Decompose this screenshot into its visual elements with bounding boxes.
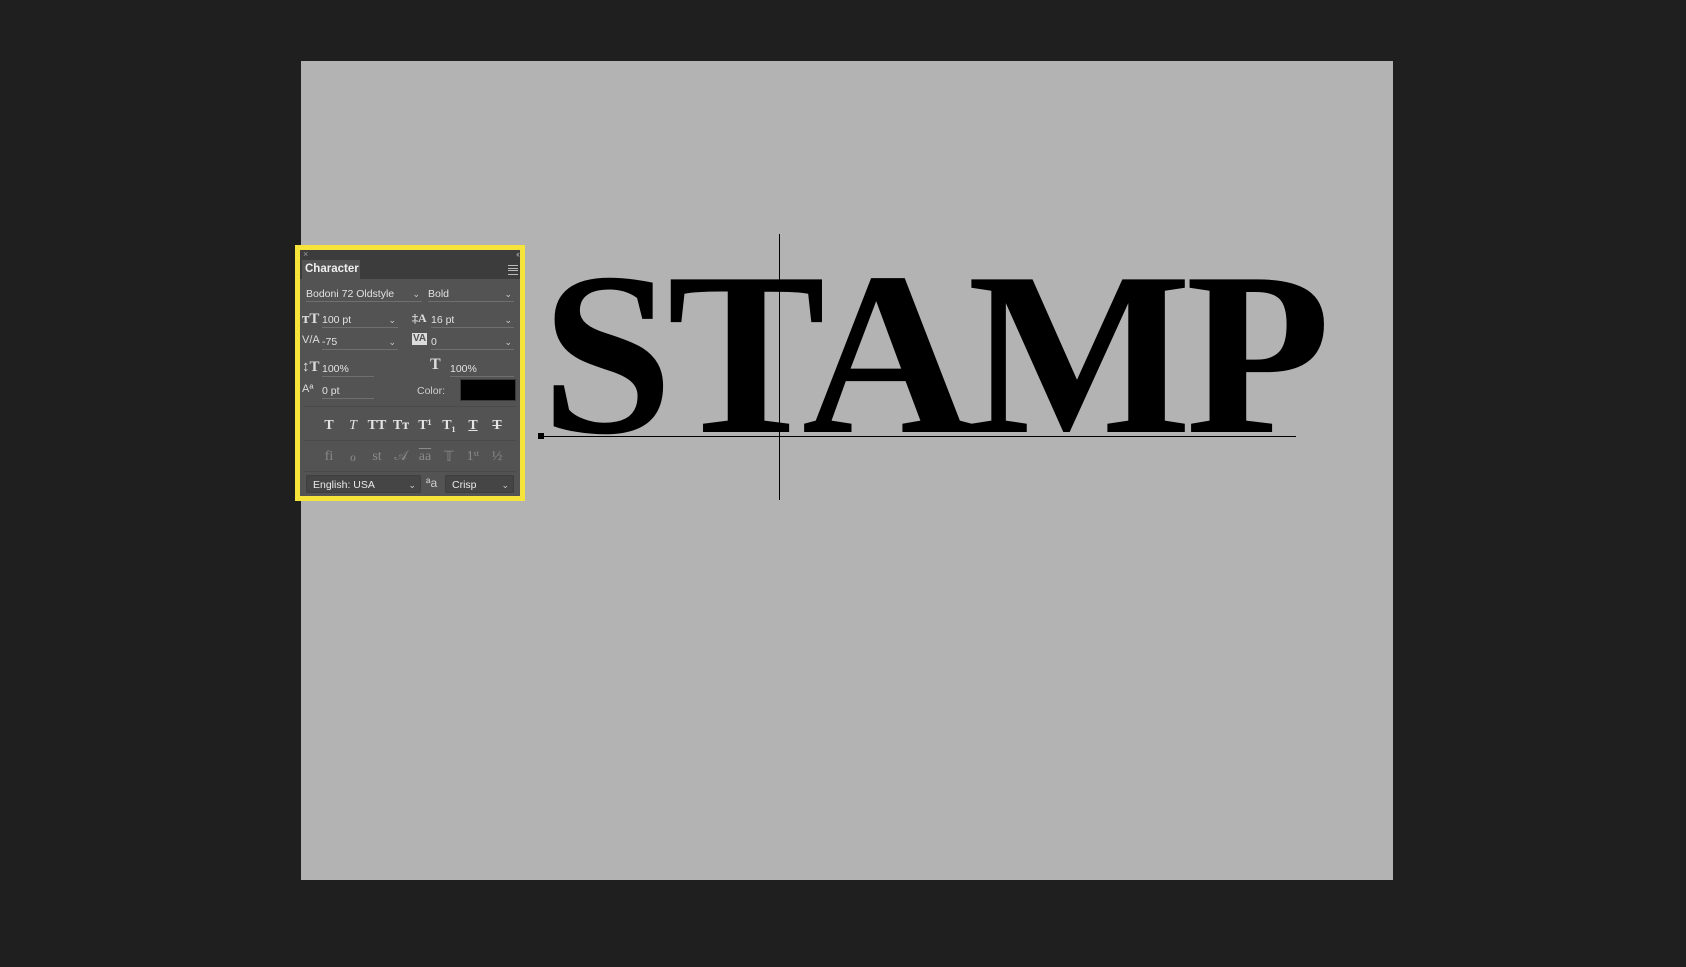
vertical-scale-input[interactable]: 100% (322, 362, 374, 377)
vertical-scale-icon: ↕T (302, 359, 320, 375)
subscript-button[interactable]: T₁ (438, 418, 460, 434)
type-style-buttons: T T TT Tт T¹ T₁ T T (318, 418, 508, 434)
tracking-input[interactable]: 0 ⌄ (431, 335, 514, 350)
color-label: Color: (417, 385, 446, 397)
font-style-select[interactable]: Bold ⌄ (428, 287, 514, 302)
collapse-icon[interactable]: ‹‹ (516, 249, 520, 259)
horizontal-scale-input[interactable]: 100% (450, 362, 514, 377)
strikethrough-button[interactable]: T (486, 418, 508, 434)
kerning-icon: V/A (302, 334, 320, 346)
baseline-shift-input[interactable]: 0 pt (322, 384, 374, 399)
small-caps-button[interactable]: Tт (390, 418, 412, 434)
ligatures-button[interactable]: fi (318, 449, 340, 466)
language-select[interactable]: English: USA ⌄ (306, 475, 421, 493)
antialias-icon: ªa (426, 476, 438, 490)
font-size-input[interactable]: 100 pt ⌄ (322, 313, 398, 328)
tab-character[interactable]: Character (302, 260, 360, 279)
superscript-button[interactable]: T¹ (414, 418, 436, 434)
divider (304, 471, 516, 472)
font-size-icon: ᴛT (302, 311, 320, 327)
vertical-scale-value: 100% (322, 363, 349, 375)
horizontal-scale-icon: T (430, 356, 441, 373)
contextual-alternates-button[interactable]: 𝕋 (438, 449, 460, 466)
chevron-down-icon: ⌄ (388, 315, 396, 325)
text-layer-stamp[interactable]: STAMP (541, 238, 1331, 471)
fractions-button[interactable]: ½ (486, 449, 508, 466)
titling-alternates-button[interactable]: aa (414, 449, 436, 466)
swash-button[interactable]: 𝒜 (390, 449, 412, 466)
font-family-value: Bodoni 72 Oldstyle (306, 288, 395, 300)
kerning-value: -75 (322, 336, 338, 348)
character-panel: × ‹‹ Character Bodoni 72 Oldstyle ⌄ Bold… (295, 245, 525, 501)
font-family-select[interactable]: Bodoni 72 Oldstyle ⌄ (306, 287, 422, 302)
ordinals-button[interactable]: 1ˢᵗ (462, 449, 484, 466)
leading-icon: ‡A (412, 311, 427, 325)
tracking-value: 0 (431, 336, 437, 348)
antialias-select[interactable]: Crisp ⌄ (445, 475, 514, 493)
panel-header: × ‹‹ Character (300, 249, 520, 279)
text-baseline (541, 436, 1296, 437)
font-style-value: Bold (428, 288, 450, 300)
kerning-input[interactable]: -75 ⌄ (322, 335, 398, 350)
tracking-icon: VA (412, 333, 428, 345)
chevron-down-icon: ⌄ (501, 480, 509, 490)
leading-value: 16 pt (431, 314, 455, 326)
all-caps-button[interactable]: TT (366, 418, 388, 434)
chevron-down-icon: ⌄ (388, 337, 396, 347)
panel-menu-icon[interactable] (508, 265, 518, 275)
discretionary-ligatures-button[interactable]: ℴ (342, 449, 364, 466)
chevron-down-icon: ⌄ (408, 480, 416, 490)
baseline-shift-icon: Aª (302, 383, 314, 395)
color-swatch[interactable] (460, 379, 516, 401)
faux-bold-button[interactable]: T (318, 418, 340, 434)
antialias-value: Crisp (452, 479, 477, 491)
horizontal-scale-value: 100% (450, 363, 477, 375)
baseline-shift-value: 0 pt (322, 385, 340, 397)
chevron-down-icon: ⌄ (504, 337, 512, 347)
text-anchor-point (538, 433, 544, 439)
faux-italic-button[interactable]: T (342, 418, 364, 434)
chevron-down-icon: ⌄ (412, 289, 420, 299)
opentype-buttons: fi ℴ st 𝒜 aa 𝕋 1ˢᵗ ½ (318, 449, 508, 466)
leading-input[interactable]: 16 pt ⌄ (431, 313, 514, 328)
stylistic-alternates-button[interactable]: st (366, 449, 388, 466)
chevron-down-icon: ⌄ (504, 315, 512, 325)
divider (304, 406, 516, 407)
text-insertion-cursor (779, 234, 780, 500)
font-size-value: 100 pt (322, 314, 352, 326)
language-value: English: USA (313, 479, 375, 491)
close-icon[interactable]: × (303, 249, 308, 259)
underline-button[interactable]: T (462, 418, 484, 434)
divider (304, 440, 516, 441)
chevron-down-icon: ⌄ (504, 289, 512, 299)
